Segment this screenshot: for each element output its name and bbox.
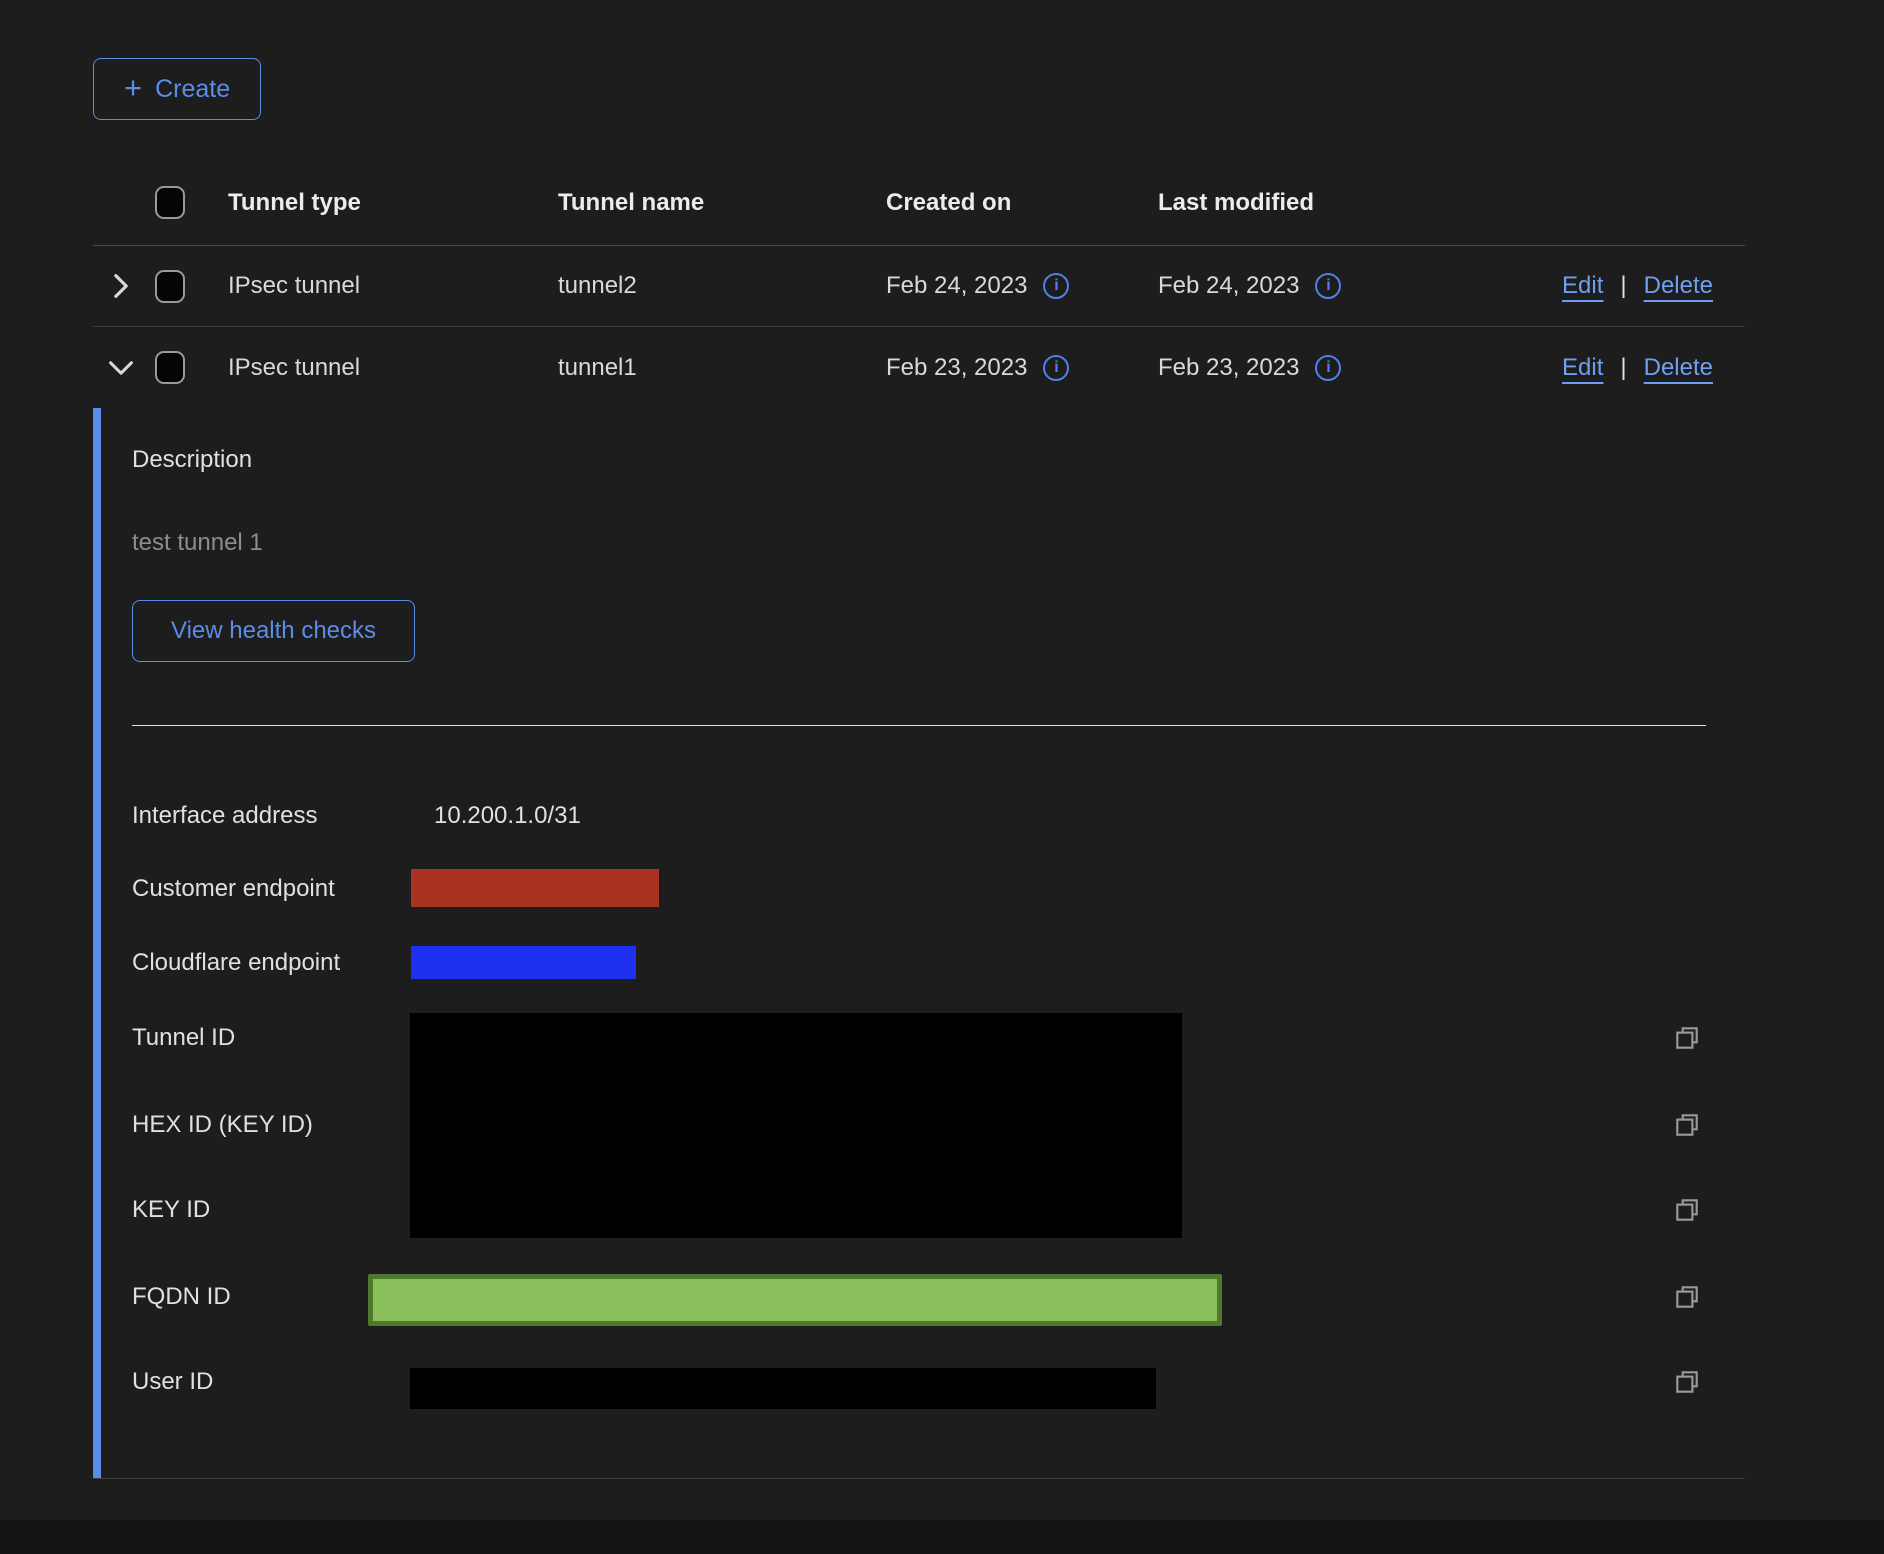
- last-modified-cell: Feb 23, 2023: [1158, 354, 1299, 382]
- info-icon[interactable]: i: [1043, 355, 1069, 381]
- action-separator: |: [1620, 272, 1626, 300]
- delete-link[interactable]: Delete: [1644, 272, 1713, 300]
- tunnel-type-cell: IPsec tunnel: [228, 354, 558, 382]
- copy-key-id-button[interactable]: [1670, 1193, 1704, 1227]
- copy-icon: [1673, 1196, 1701, 1224]
- table-row: IPsec tunnel tunnel2 Feb 24, 2023 i Feb …: [93, 246, 1745, 327]
- copy-user-id-button[interactable]: [1670, 1365, 1704, 1399]
- interface-address-label: Interface address: [132, 802, 317, 830]
- action-separator: |: [1620, 354, 1626, 382]
- copy-icon: [1673, 1283, 1701, 1311]
- fqdn-id-redaction: [368, 1274, 1222, 1326]
- col-header-last-modified: Last modified: [1158, 189, 1515, 217]
- delete-link[interactable]: Delete: [1644, 354, 1713, 382]
- tunnel-type-cell: IPsec tunnel: [228, 272, 558, 300]
- copy-icon: [1673, 1024, 1701, 1052]
- expanded-row-accent-bar: [93, 408, 101, 1478]
- edit-link[interactable]: Edit: [1562, 272, 1603, 300]
- tunnel-id-label: Tunnel ID: [132, 1024, 235, 1052]
- select-all-checkbox[interactable]: [155, 186, 185, 219]
- hex-id-label: HEX ID (KEY ID): [132, 1111, 313, 1139]
- description-label: Description: [132, 446, 252, 474]
- create-button[interactable]: + Create: [93, 58, 261, 120]
- created-on-cell: Feb 24, 2023: [886, 272, 1027, 300]
- cloudflare-endpoint-redaction: [411, 946, 636, 979]
- collapse-row-button[interactable]: [103, 354, 139, 382]
- description-value: test tunnel 1: [132, 529, 263, 557]
- customer-endpoint-redaction: [411, 869, 659, 907]
- copy-tunnel-id-button[interactable]: [1670, 1021, 1704, 1055]
- key-id-label: KEY ID: [132, 1196, 210, 1224]
- edit-link[interactable]: Edit: [1562, 354, 1603, 382]
- row-checkbox[interactable]: [155, 351, 185, 384]
- tunnel-ids-redaction: [410, 1013, 1182, 1238]
- info-icon[interactable]: i: [1315, 273, 1341, 299]
- customer-endpoint-label: Customer endpoint: [132, 875, 335, 903]
- create-button-label: Create: [155, 75, 230, 104]
- cloudflare-endpoint-label: Cloudflare endpoint: [132, 949, 340, 977]
- copy-fqdn-id-button[interactable]: [1670, 1280, 1704, 1314]
- table-row: IPsec tunnel tunnel1 Feb 23, 2023 i Feb …: [93, 327, 1745, 408]
- info-icon[interactable]: i: [1043, 273, 1069, 299]
- copy-icon: [1673, 1368, 1701, 1396]
- user-id-redaction: [410, 1368, 1156, 1409]
- copy-icon: [1673, 1111, 1701, 1139]
- expand-row-button[interactable]: [103, 269, 139, 303]
- info-icon[interactable]: i: [1315, 355, 1341, 381]
- tunnel-name-cell: tunnel1: [558, 354, 886, 382]
- created-on-cell: Feb 23, 2023: [886, 354, 1027, 382]
- fqdn-id-label: FQDN ID: [132, 1283, 231, 1311]
- row-checkbox[interactable]: [155, 270, 185, 303]
- user-id-label: User ID: [132, 1368, 213, 1396]
- chevron-down-icon: [108, 358, 134, 378]
- tunnels-table: Tunnel type Tunnel name Created on Last …: [93, 160, 1745, 408]
- expanded-row-bottom-divider: [93, 1478, 1745, 1479]
- plus-icon: +: [124, 72, 142, 103]
- col-header-created-on: Created on: [886, 189, 1158, 217]
- copy-hex-id-button[interactable]: [1670, 1108, 1704, 1142]
- col-header-tunnel-name: Tunnel name: [558, 189, 886, 217]
- tunnel-name-cell: tunnel2: [558, 272, 886, 300]
- tunnel-detail-panel: Description test tunnel 1 View health ch…: [101, 408, 1745, 1478]
- interface-address-value: 10.200.1.0/31: [434, 802, 581, 830]
- table-header-row: Tunnel type Tunnel name Created on Last …: [93, 160, 1745, 246]
- bottom-strip: [0, 1520, 1884, 1554]
- section-divider: [132, 725, 1706, 726]
- chevron-right-icon: [111, 273, 131, 299]
- view-health-checks-button[interactable]: View health checks: [132, 600, 415, 662]
- last-modified-cell: Feb 24, 2023: [1158, 272, 1299, 300]
- col-header-tunnel-type: Tunnel type: [228, 189, 558, 217]
